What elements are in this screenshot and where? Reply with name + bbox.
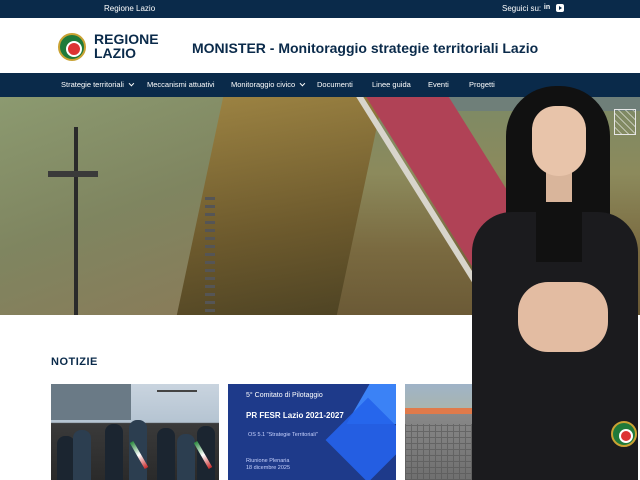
nav-item-label: Documenti [317,80,353,89]
logo-text[interactable]: REGIONE LAZIO [94,32,184,60]
nav-item-strategie-territoriali[interactable]: Strategie territoriali [61,80,135,89]
chevron-down-icon [299,80,306,87]
news-section-title: NOTIZIE [51,356,98,368]
nav-item-documenti[interactable]: Documenti [317,80,353,89]
top-utility-bar: Regione Lazio Seguici su: in [0,0,640,18]
hero-fence [205,197,215,315]
nav-item-label: Eventi [428,80,449,89]
linkedin-icon[interactable]: in [543,4,551,12]
hero-pole [74,127,78,315]
nav-item-label: Monitoraggio civico [231,80,296,89]
person-figure [177,434,195,480]
nav-item-label: Meccanismi attuativi [147,80,215,89]
person-figure [73,430,91,480]
presenter-hands [518,282,608,352]
topbar-brand-link[interactable]: Regione Lazio [104,4,155,13]
nav-item-label: Linee guida [372,80,411,89]
nav-item-meccanismi-attuativi[interactable]: Meccanismi attuativi [147,80,215,89]
follow-label: Seguici su: [502,4,542,13]
nav-item-monitoraggio-civico[interactable]: Monitoraggio civico [231,80,306,89]
regione-lazio-emblem-icon [611,421,637,447]
poster-line-4b: 18 dicembre 2025 [246,465,291,471]
site-header: REGIONE LAZIO MONISTER - Monitoraggio st… [0,18,640,73]
nav-item-label: Strategie territoriali [61,80,124,89]
presenter-top [536,202,582,262]
poster-line-4a: Riunione Plenaria [246,458,290,464]
chevron-down-icon [128,80,135,87]
poster-line-1: 5° Comitato di Pilotaggio [246,392,323,399]
poster-line-3: OS 5.1 "Strategie Territoriali" [248,432,318,438]
youtube-icon[interactable] [556,4,564,12]
presenter-video-overlay [470,86,640,480]
poster-line-2: PR FESR Lazio 2021-2027 [246,411,344,420]
news-card-ceremony[interactable] [51,384,219,480]
poster-line-4: Riunione Plenaria 18 dicembre 2025 [246,458,290,472]
building-photo [51,384,131,420]
person-figure [157,428,175,480]
nav-item-linee-guida[interactable]: Linee guida [372,80,411,89]
hero-pole-arm [48,171,98,177]
presenter-face [532,106,586,176]
crane-photo [157,390,197,392]
regione-lazio-logo-icon[interactable] [58,33,86,61]
news-card-comitato[interactable]: 5° Comitato di Pilotaggio PR FESR Lazio … [228,384,396,480]
person-figure [105,424,123,480]
nav-item-eventi[interactable]: Eventi [428,80,449,89]
site-title[interactable]: MONISTER - Monitoraggio strategie territ… [192,40,538,56]
